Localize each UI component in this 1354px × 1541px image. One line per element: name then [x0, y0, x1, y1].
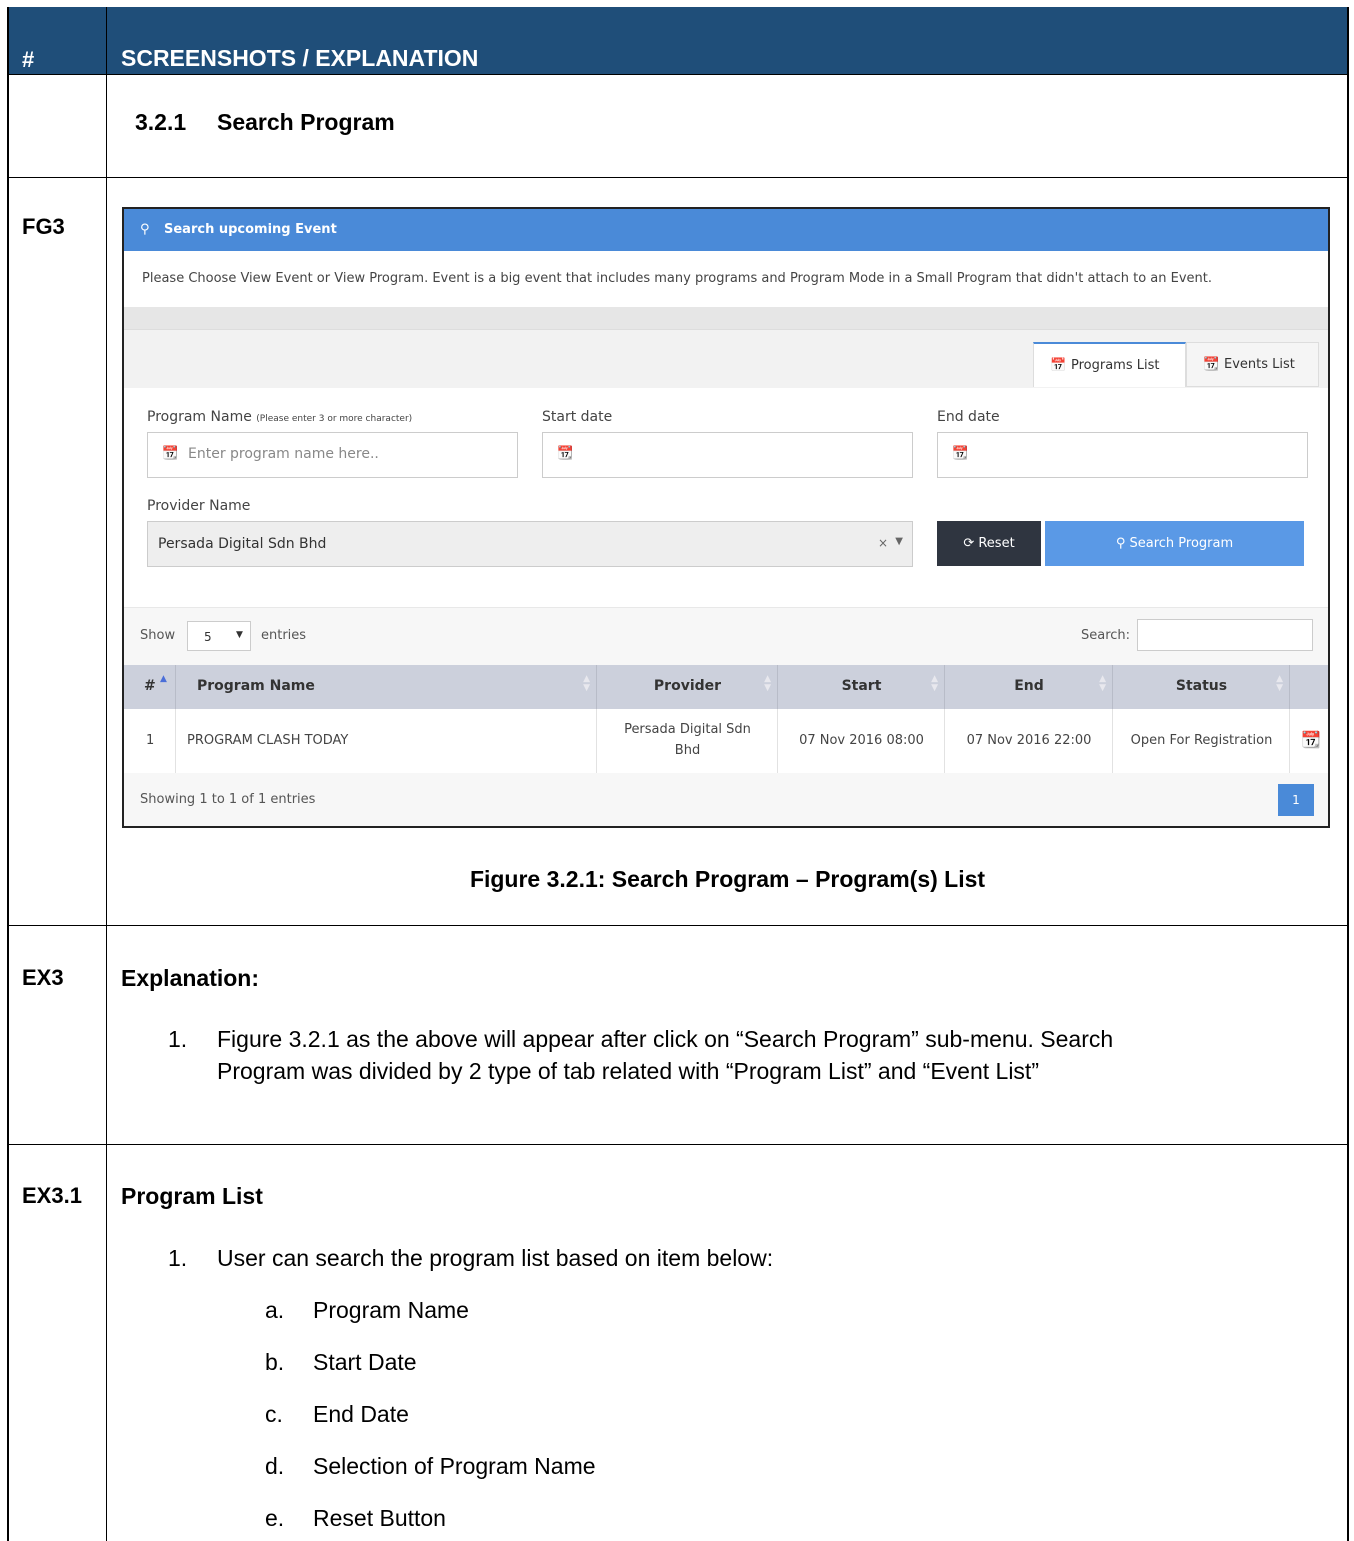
section-number: 3.2.1 — [135, 109, 187, 135]
row-divider — [7, 925, 1349, 926]
list-item: Program Name — [313, 1297, 469, 1323]
program-list-title: Program List — [121, 1183, 263, 1209]
program-name-placeholder: Enter program name here.. — [188, 446, 379, 462]
show-label: Show — [140, 628, 176, 643]
cell-end: 07 Nov 2016 22:00 — [945, 709, 1113, 773]
row-divider — [7, 1144, 1349, 1145]
explanation-line-1: Figure 3.2.1 as the above will appear af… — [217, 1026, 1114, 1052]
row-action[interactable]: 📆 — [1290, 709, 1328, 773]
sort-icon: ▲ ▼ — [1276, 674, 1283, 693]
list-item-letter: a. — [265, 1297, 285, 1323]
entries-select[interactable]: 5 ▼ — [187, 621, 251, 651]
clear-icon[interactable]: × — [878, 536, 888, 550]
calendar-icon: 📆 — [952, 446, 969, 461]
tab-programs-list[interactable]: 📅 Programs List — [1033, 342, 1186, 387]
list-item-letter: e. — [265, 1505, 285, 1531]
refresh-icon: ⟳ — [963, 536, 975, 551]
start-date-input[interactable]: 📆 — [542, 432, 913, 478]
column-header-start[interactable]: Start ▲ ▼ — [778, 665, 945, 709]
section-title: Search Program — [217, 109, 395, 135]
table-row[interactable]: 1 PROGRAM CLASH TODAY Persada Digital Sd… — [124, 709, 1328, 774]
list-item-letter: b. — [265, 1349, 285, 1375]
list-item: Selection of Program Name — [313, 1453, 596, 1479]
chevron-down-icon: ▼ — [236, 630, 243, 640]
entries-value: 5 — [204, 630, 212, 644]
end-date-input[interactable]: 📆 — [937, 432, 1308, 478]
reset-button[interactable]: ⟳ Reset — [937, 521, 1041, 566]
program-list-item-number: 1. — [168, 1245, 188, 1271]
program-name-label: Program Name (Please enter 3 or more cha… — [147, 409, 413, 425]
explanation-line-2: Program was divided by 2 type of tab rel… — [217, 1058, 1039, 1084]
list-item: End Date — [313, 1401, 409, 1427]
sort-asc-icon: ▲ — [160, 674, 167, 684]
list-item: Reset Button — [313, 1505, 446, 1531]
pagination-page-1[interactable]: 1 — [1278, 784, 1314, 816]
row-label-ex31: EX3.1 — [22, 1183, 82, 1208]
entries-label: entries — [261, 628, 307, 643]
figure-caption: Figure 3.2.1: Search Program – Program(s… — [469, 866, 986, 892]
search-icon: ⚲ — [140, 222, 150, 237]
table-search-input[interactable] — [1137, 619, 1313, 651]
explanation-title: Explanation: — [121, 965, 260, 991]
column-header-number[interactable]: # ▲ — [124, 665, 176, 709]
chevron-down-icon: ▼ — [895, 536, 903, 547]
program-name-hint: (Please enter 3 or more character) — [256, 414, 413, 424]
column-header-provider[interactable]: Provider ▲ ▼ — [597, 665, 778, 709]
reset-label: Reset — [978, 536, 1015, 551]
provider-name-label: Provider Name — [147, 498, 251, 514]
calendar-icon: 📆 — [1203, 357, 1220, 372]
search-icon: ⚲ — [1115, 536, 1126, 551]
row-divider — [7, 177, 1349, 178]
tab-events-list[interactable]: 📆 Events List — [1186, 342, 1319, 387]
cell-provider: Persada Digital Sdn Bhd — [597, 709, 778, 773]
list-item-letter: d. — [265, 1453, 285, 1479]
column-divider — [106, 7, 107, 1541]
search-label: Search: — [1081, 628, 1131, 643]
tab-label: Events List — [1224, 357, 1295, 372]
calendar-icon: 📆 — [1301, 730, 1321, 749]
showing-entries: Showing 1 to 1 of 1 entries — [140, 792, 316, 807]
row-label-fg3: FG3 — [22, 214, 65, 239]
sort-icon: ▲ ▼ — [764, 674, 771, 693]
end-date-label: End date — [937, 409, 1000, 425]
row-label-ex3: EX3 — [22, 965, 64, 990]
sort-icon: ▲ ▼ — [583, 674, 590, 693]
column-header-end[interactable]: End ▲ ▼ — [945, 665, 1113, 709]
provider-select[interactable]: Persada Digital Sdn Bhd × ▼ — [147, 521, 913, 567]
cell-start: 07 Nov 2016 08:00 — [778, 709, 945, 773]
list-item: Start Date — [313, 1349, 417, 1375]
calendar-icon: 📆 — [162, 446, 179, 461]
search-program-button[interactable]: ⚲ Search Program — [1045, 521, 1304, 566]
program-list-intro: User can search the program list based o… — [217, 1245, 774, 1271]
row-divider — [7, 74, 1349, 75]
embedded-screenshot: ⚲ Search upcoming Event Please Choose Vi… — [122, 207, 1330, 828]
search-program-label: Search Program — [1129, 536, 1234, 551]
divider-band — [124, 307, 1328, 329]
panel-title: Search upcoming Event — [164, 222, 337, 237]
tab-label: Programs List — [1071, 358, 1160, 373]
sort-icon: ▲ ▼ — [931, 674, 938, 693]
provider-value: Persada Digital Sdn Bhd — [158, 536, 327, 552]
start-date-label: Start date — [542, 409, 613, 425]
cell-program-name: PROGRAM CLASH TODAY — [176, 709, 597, 773]
panel-header: ⚲ Search upcoming Event — [124, 209, 1328, 251]
cell-number: 1 — [124, 709, 176, 773]
sort-icon: ▲ ▼ — [1099, 674, 1106, 693]
column-header-program-name[interactable]: Program Name ▲ ▼ — [176, 665, 597, 709]
notice-text: Please Choose View Event or View Program… — [142, 271, 1213, 286]
explanation-item-number: 1. — [168, 1026, 188, 1052]
calendar-icon: 📆 — [557, 446, 574, 461]
program-name-input[interactable]: 📆 Enter program name here.. — [147, 432, 518, 478]
table-header: # ▲ Program Name ▲ ▼ Provider ▲ ▼ Start ▲ ▼ End… — [124, 665, 1328, 711]
calendar-icon: 📅 — [1050, 358, 1067, 373]
list-item-letter: c. — [265, 1401, 283, 1427]
cell-status: Open For Registration — [1113, 709, 1290, 773]
column-header-status[interactable]: Status ▲ ▼ — [1113, 665, 1290, 709]
